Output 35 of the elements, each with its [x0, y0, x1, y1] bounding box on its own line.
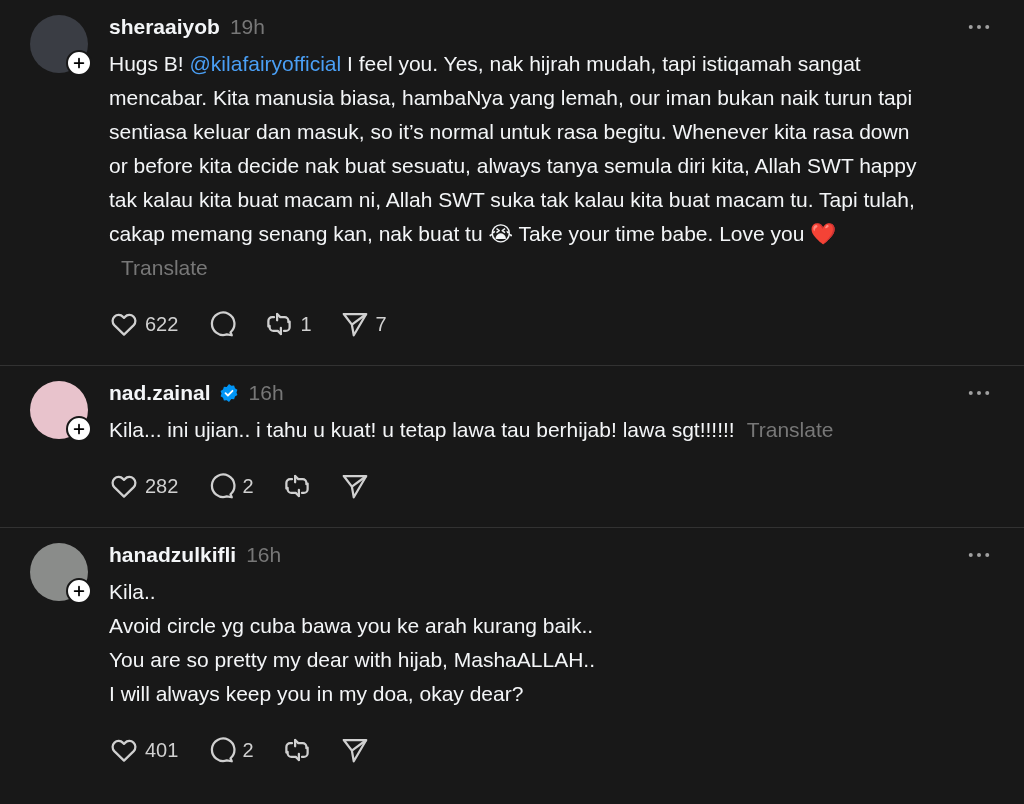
count: 622 — [145, 312, 179, 336]
follow-button[interactable] — [66, 578, 92, 604]
username[interactable]: hanadzulkifli — [109, 543, 237, 567]
more-icon — [968, 552, 990, 558]
follow-button[interactable] — [66, 50, 92, 76]
username[interactable]: sheraaiyob — [109, 15, 220, 39]
count: 1 — [300, 312, 312, 336]
username[interactable]: nad.zainal — [109, 381, 211, 405]
timestamp: 16h — [248, 381, 284, 405]
plus-icon — [72, 422, 86, 436]
like-button[interactable]: 622 — [109, 309, 179, 339]
translate-link[interactable]: Translate — [746, 418, 834, 441]
reply-button[interactable]: 2 — [206, 471, 254, 501]
more-icon — [968, 390, 990, 396]
mention-link[interactable]: @kilafairyofficial — [189, 52, 342, 75]
follow-button[interactable] — [66, 416, 92, 442]
translate-link[interactable]: Translate — [121, 256, 208, 279]
plus-icon — [72, 584, 86, 598]
more-icon — [968, 24, 990, 30]
count: 7 — [375, 312, 387, 336]
plus-icon — [72, 56, 86, 70]
comment-text: Kila.. Avoid circle yg cuba bawa you ke arah kurang baik.. You are so pretty my dear with hijab, MashaALLAH.. I will always keep you in my doa, okay dear? — [109, 579, 596, 707]
comment-text: Hugs B! @kilafairyofficial I feel you. Yes, nak hijrah mudah, tapi istiqamah sangat mencabar. Kita manusia biasa, hambaNya yang lemah, our iman bukan naik turun tapi sentiasa keluar dan masuk, so it’s normal untuk rasa begitu. Whenever kita rasa down or before kita decide nak buat sesuatu, always tanya semula diri kita, Allah SWT happy tak kalau kita buat macam ni, Allah SWT suka tak kalau kita buat macam tu. Tapi tulah, cakap memang senang kan, nak buat tu 😭 Take your time babe. Love you ❤ Translate — [109, 51, 918, 281]
share-button[interactable]: 7 — [339, 309, 387, 339]
timestamp: 16h — [246, 543, 282, 567]
count: 2 — [242, 474, 254, 498]
count: 401 — [145, 738, 179, 762]
repost-button[interactable]: 1 — [264, 309, 312, 339]
like-button[interactable]: 401 — [109, 735, 179, 765]
count: 2 — [242, 738, 254, 762]
reply-button[interactable]: 2 — [206, 735, 254, 765]
timestamp: 19h — [229, 15, 265, 39]
like-button[interactable]: 282 — [109, 471, 179, 501]
comment-text: Kila... ini ujian.. i tahu u kuat! u tetap lawa tau berhijab! lawa sgt!!!!!! Translate — [109, 417, 835, 443]
count: 282 — [145, 474, 179, 498]
